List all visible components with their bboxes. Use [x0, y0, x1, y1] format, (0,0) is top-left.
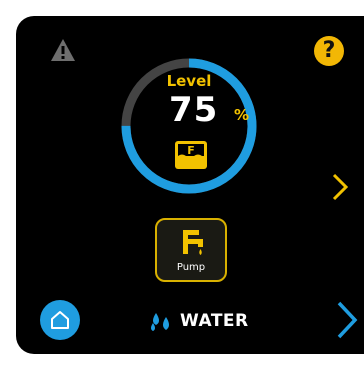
pump-button[interactable]: Pump [155, 218, 227, 282]
next-page-chevron-icon[interactable] [336, 300, 358, 340]
footer-title: WATER [148, 306, 249, 336]
tank-icon: F [175, 141, 207, 169]
water-drops-icon [151, 313, 169, 331]
warning-icon[interactable] [50, 38, 76, 62]
level-value: 75 [169, 90, 219, 130]
level-label: Level [166, 72, 212, 90]
home-button[interactable] [40, 300, 80, 340]
footer-title-text: WATER [180, 311, 249, 331]
help-icon[interactable]: ? [314, 36, 344, 66]
water-screen: ? Level 75 % F Pump WATER [16, 16, 364, 354]
home-icon [51, 311, 69, 329]
next-chevron-icon[interactable] [331, 172, 349, 202]
faucet-icon [183, 230, 203, 255]
tank-letter: F [187, 144, 195, 157]
level-unit: % [234, 106, 250, 124]
pump-label: Pump [176, 262, 206, 273]
